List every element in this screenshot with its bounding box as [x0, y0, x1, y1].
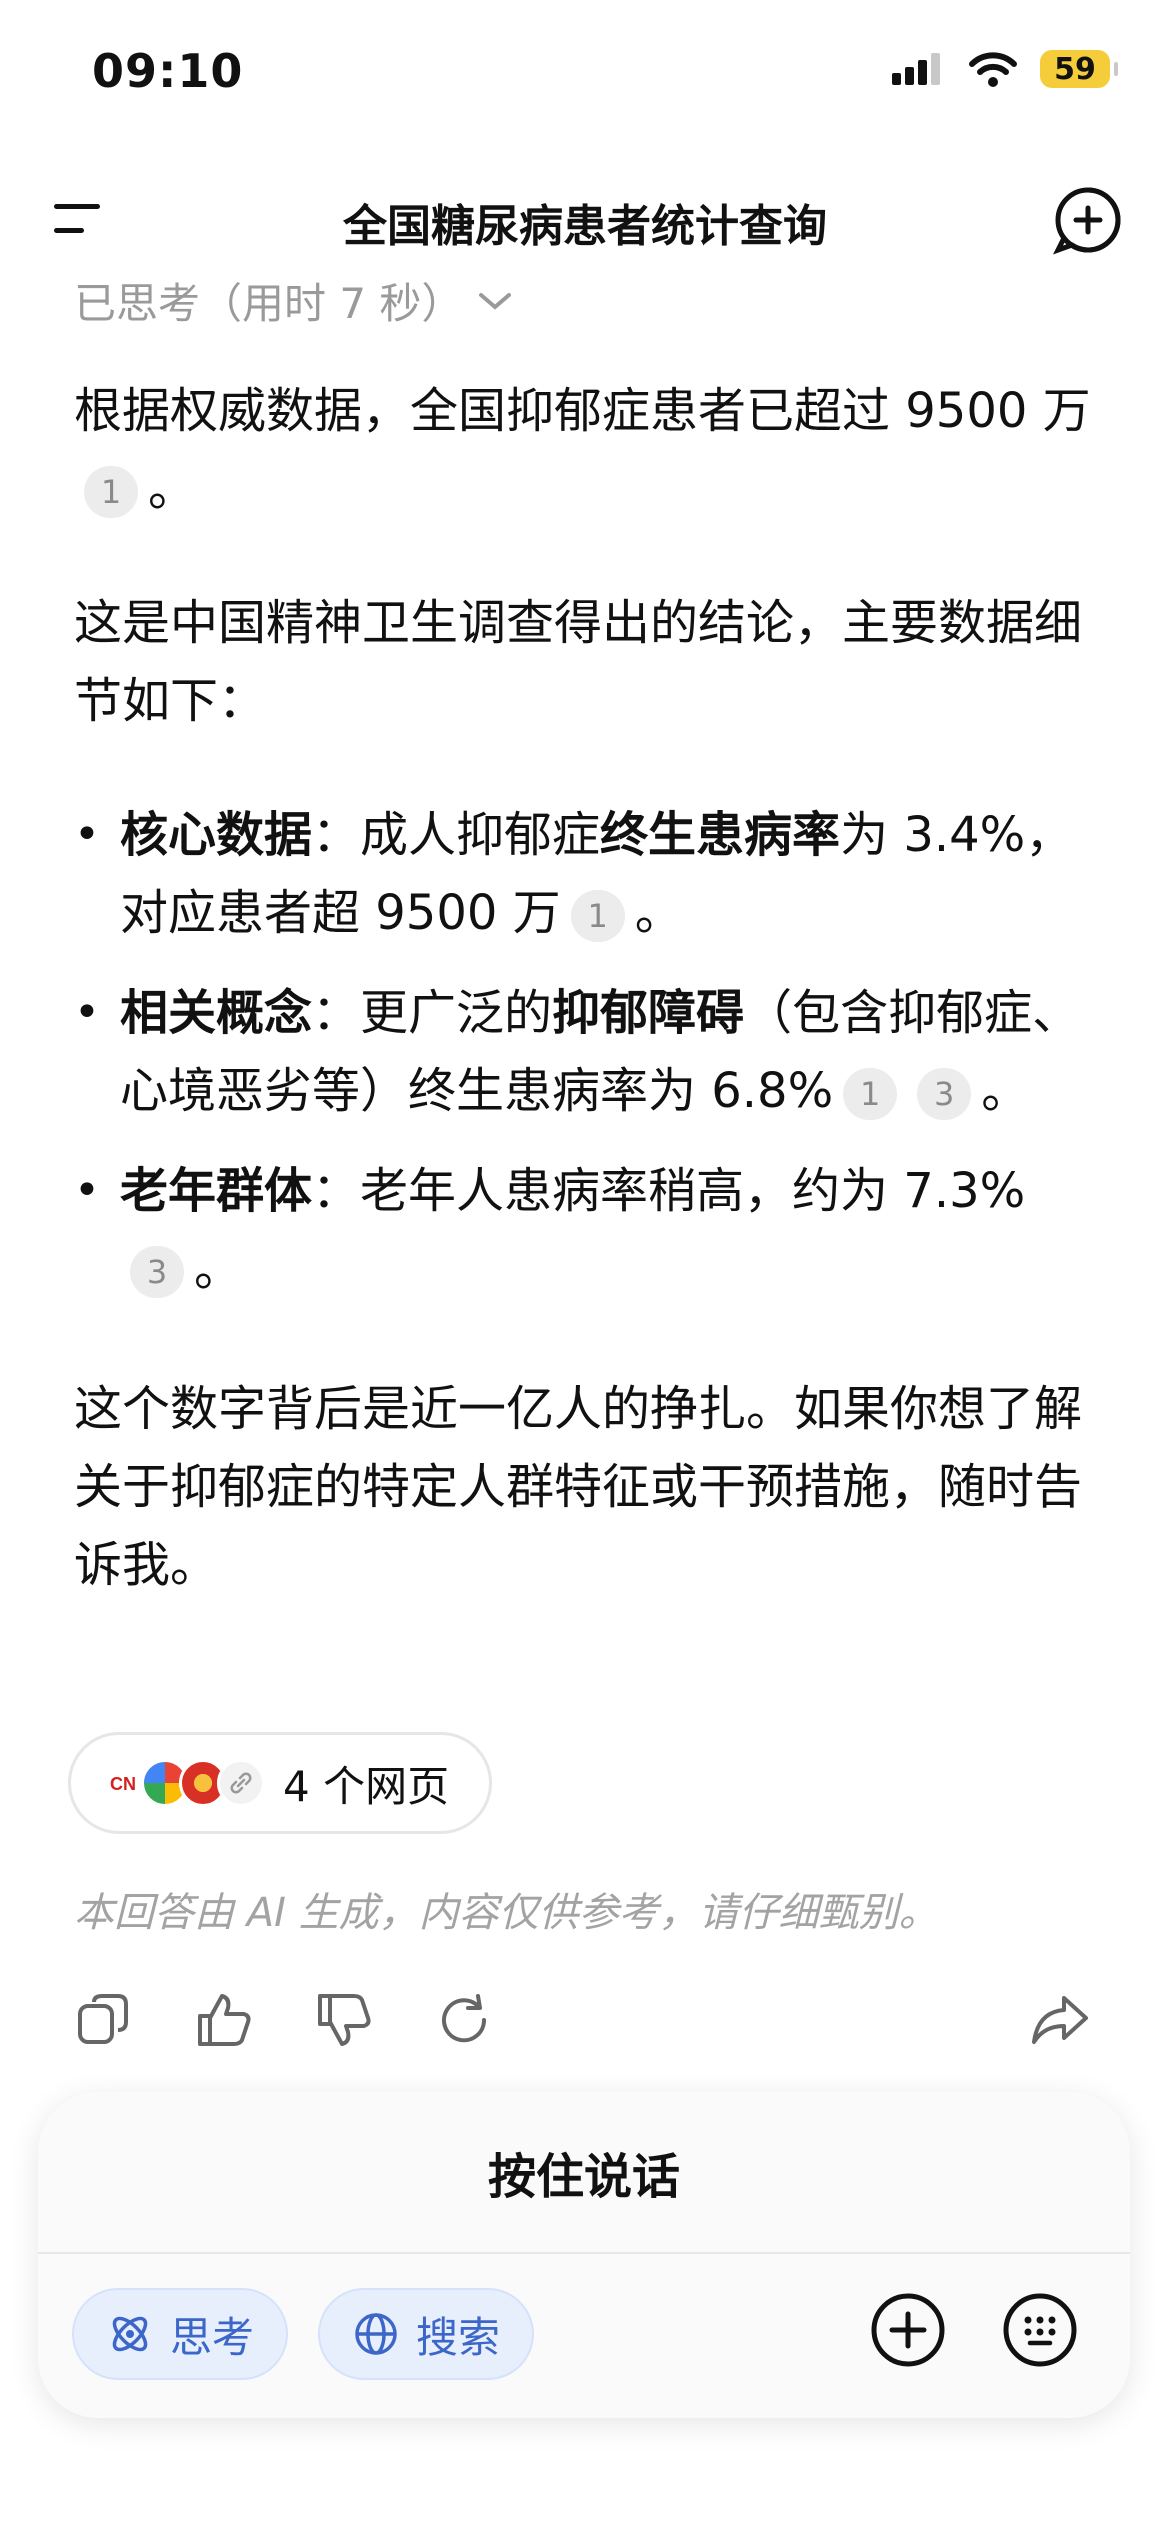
bullet-bold: 终生患病率 — [600, 807, 841, 863]
citation-badge[interactable]: 1 — [570, 890, 625, 942]
bullet-list: 核心数据：成人抑郁症终生患病率为 3.4%，对应患者超 9500 万1。 相关概… — [74, 796, 1094, 1308]
message-actions — [74, 1990, 1094, 2060]
keyboard-icon[interactable] — [1000, 2290, 1080, 2370]
bullet-text: 成人抑郁症 — [360, 807, 601, 863]
think-toggle[interactable]: 思考 — [72, 2288, 289, 2380]
hold-to-talk-button[interactable]: 按住说话 — [38, 2092, 1130, 2252]
bullet-end: 。 — [981, 1063, 1030, 1119]
bullet-item: 相关概念：更广泛的抑郁障碍（包含抑郁症、心境恶劣等）终生患病率为 6.8%13。 — [74, 974, 1094, 1130]
globe-icon — [355, 2313, 397, 2355]
thinking-toggle[interactable]: 已思考（用时 7 秒） — [74, 280, 974, 330]
regenerate-icon[interactable] — [434, 1990, 494, 2050]
thumbs-down-icon[interactable] — [314, 1990, 374, 2050]
chevron-down-icon — [479, 292, 512, 310]
bullet-title: 老年群体 — [120, 1163, 313, 1219]
share-icon[interactable] — [1030, 1990, 1090, 2050]
search-toggle[interactable]: 搜索 — [318, 2288, 535, 2380]
thinking-label: 已思考（用时 7 秒） — [74, 280, 464, 328]
wifi-icon — [969, 52, 1017, 87]
paragraph-2: 这是中国精神卫生调查得出的结论，主要数据细节如下： — [74, 595, 1083, 729]
bullet-item: 老年群体：老年人患病率稍高，约为 7.3% 3。 — [74, 1152, 1094, 1308]
bullet-text: 老年人患病率稍高，约为 7.3% — [360, 1163, 1026, 1219]
new-chat-icon[interactable] — [1052, 184, 1124, 256]
citation-badge[interactable]: 1 — [84, 466, 138, 518]
cellular-signal-icon — [892, 53, 940, 85]
source-icons: CN — [103, 1755, 283, 1811]
sources-label: 4 个网页 — [283, 1761, 450, 1811]
battery-indicator: 59 — [1040, 50, 1118, 88]
bullet-separator: ： — [312, 985, 361, 1041]
paragraph-3: 这个数字背后是近一亿人的挣扎。如果你想了解关于抑郁症的特定人群特征或干预措施，随… — [74, 1381, 1083, 1593]
thumbs-up-icon[interactable] — [194, 1990, 254, 2050]
composer-divider — [38, 2252, 1130, 2254]
sources-button[interactable]: CN 4 个网页 — [68, 1732, 492, 1834]
page-title: 全国糖尿病患者统计查询 — [343, 201, 827, 252]
svg-text:CN: CN — [110, 1774, 136, 1794]
atom-icon — [112, 2316, 148, 2352]
bullet-item: 核心数据：成人抑郁症终生患病率为 3.4%，对应患者超 9500 万1。 — [74, 796, 1094, 952]
status-time: 09:10 — [92, 44, 244, 98]
bullet-title: 核心数据 — [120, 807, 313, 863]
bullet-separator: ： — [312, 1163, 361, 1219]
status-icons: 59 — [892, 50, 1118, 88]
paragraph-1: 根据权威数据，全国抑郁症患者已超过 9500 万 1。 — [74, 372, 1094, 528]
search-label: 搜索 — [416, 2312, 501, 2362]
paragraph-1-text: 根据权威数据，全国抑郁症患者已超过 9500 万 — [74, 383, 1091, 439]
bullet-text: 更广泛的 — [360, 985, 553, 1041]
ai-disclaimer: 本回答由 AI 生成，内容仅供参考，请仔细甄别。 — [74, 1890, 939, 1936]
link-icon — [217, 1759, 265, 1807]
paragraph-1-end: 。 — [148, 461, 197, 517]
think-label: 思考 — [170, 2312, 255, 2362]
bullet-end: 。 — [194, 1241, 243, 1297]
copy-icon[interactable] — [74, 1990, 134, 2050]
bullet-separator: ： — [312, 807, 361, 863]
composer: 按住说话 思考 搜索 — [38, 2092, 1130, 2418]
chat-header: 全国糖尿病患者统计查询 — [0, 160, 1170, 280]
add-attachment-icon[interactable] — [868, 2290, 948, 2370]
bullet-title: 相关概念 — [120, 985, 313, 1041]
citation-badge[interactable]: 1 — [843, 1068, 898, 1120]
answer-content: 根据权威数据，全国抑郁症患者已超过 9500 万1。 这是中国精神卫生调查得出的… — [74, 372, 1094, 1604]
bullet-bold: 抑郁障碍 — [552, 985, 745, 1041]
citation-badge[interactable]: 3 — [130, 1246, 184, 1298]
status-bar: 09:10 59 — [0, 0, 1170, 150]
citation-badge[interactable]: 3 — [917, 1068, 972, 1120]
bullet-end: 。 — [634, 885, 683, 941]
